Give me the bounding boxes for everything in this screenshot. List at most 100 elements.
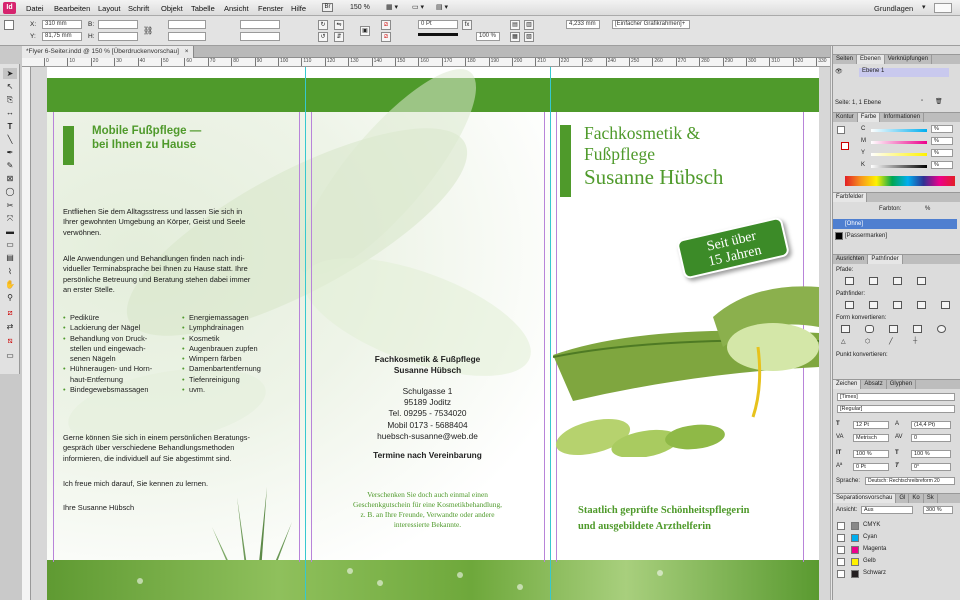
tab-pathfinder[interactable]: Pathfinder	[868, 255, 903, 264]
cyan-slider[interactable]	[871, 129, 927, 132]
inverse-rounded-icon[interactable]	[913, 325, 922, 333]
menu-ansicht[interactable]: Ansicht	[224, 4, 249, 13]
view-dropdown[interactable]: Aus	[861, 506, 913, 514]
tab-farbe[interactable]: Farbe	[857, 113, 881, 122]
cyan-field[interactable]: %	[931, 125, 953, 133]
swap-fill-stroke-icon[interactable]: ⇄	[3, 321, 17, 332]
horizontal-ruler[interactable]: 0 10 20 30 40 50 60 70 80 90 100 110 120 130 140 150 160…	[22, 58, 830, 67]
scale-x-field[interactable]	[168, 20, 206, 29]
tab-informationen[interactable]: Informationen	[880, 113, 925, 122]
fold-guide-1[interactable]	[305, 67, 306, 600]
subtract-shape-icon[interactable]	[869, 301, 878, 309]
menu-tabelle[interactable]: Tabelle	[191, 4, 215, 13]
visibility-toggle[interactable]	[837, 558, 845, 566]
pen-tool-icon[interactable]: ✒	[3, 147, 17, 158]
select-container-icon[interactable]: ▣	[360, 26, 370, 36]
yellow-slider[interactable]	[871, 153, 927, 156]
magenta-slider[interactable]	[871, 141, 927, 144]
direct-selection-tool-icon[interactable]: ↖	[3, 81, 17, 92]
tab-verknuepfungen[interactable]: Verknüpfungen	[885, 55, 933, 64]
scale-y-field[interactable]	[168, 32, 206, 41]
object-style-dropdown[interactable]: [Einfacher Grafikrahmen]+	[612, 20, 690, 29]
exclude-overlap-icon[interactable]	[917, 301, 926, 309]
rotate-cw-icon[interactable]: ↻	[318, 20, 328, 30]
swatch-registration[interactable]: [Passermarken]	[833, 231, 957, 241]
fit-content-icon[interactable]: ▧	[524, 32, 534, 42]
selection-tool-icon[interactable]: ➤	[3, 68, 17, 79]
menu-hilfe[interactable]: Hilfe	[291, 4, 306, 13]
flip-vertical-icon[interactable]: ⇵	[334, 32, 344, 42]
pencil-tool-icon[interactable]: ✎	[3, 160, 17, 171]
add-shape-icon[interactable]	[845, 301, 854, 309]
workspace-dropdown-icon[interactable]: ▾	[922, 3, 926, 11]
rectangle-shape-icon[interactable]	[841, 325, 850, 333]
flyer-spread[interactable]: Mobile Fußpflege — bei Ihnen zu Hause En…	[47, 67, 819, 600]
stroke-swatch-icon[interactable]: ⧄	[381, 32, 391, 42]
close-tab-icon[interactable]: ×	[185, 48, 189, 55]
eyedropper-tool-icon[interactable]: ⌇	[3, 266, 17, 277]
close-path-icon[interactable]	[893, 277, 902, 285]
intersect-shape-icon[interactable]	[893, 301, 902, 309]
yellow-field[interactable]: %	[931, 149, 953, 157]
ellipse-tool-icon[interactable]: ◯	[3, 186, 17, 197]
polygon-shape-icon[interactable]: ⬡	[865, 338, 870, 345]
arrange-documents-icon[interactable]: ▤ ▾	[436, 3, 448, 11]
fill-stroke-icon[interactable]: ⧄	[3, 307, 17, 318]
tab-ebenen[interactable]: Ebenen	[857, 55, 885, 64]
ellipse-shape-icon[interactable]	[937, 325, 946, 333]
align-center-icon[interactable]: ▥	[524, 20, 534, 30]
tab-sk[interactable]: Sk	[924, 494, 938, 503]
swatch-none[interactable]: [Ohne]	[833, 219, 957, 229]
view-options-icon[interactable]: ▦ ▾	[386, 3, 398, 11]
tab-kontur[interactable]: Kontur	[833, 113, 858, 122]
delete-layer-icon[interactable]: 🗑	[935, 98, 943, 105]
vertical-ruler[interactable]	[22, 67, 31, 600]
dimension-field[interactable]: 4,233 mm	[566, 20, 600, 29]
fill-swatch-icon[interactable]	[837, 126, 845, 134]
ink-row[interactable]: CMYK	[833, 520, 959, 532]
menu-bearbeiten[interactable]: Bearbeiten	[54, 4, 90, 13]
fit-frame-icon[interactable]: ▦	[510, 32, 520, 42]
fill-swatch-icon[interactable]: ⧄	[381, 20, 391, 30]
height-field[interactable]	[98, 32, 138, 41]
tab-ausrichten[interactable]: Ausrichten	[833, 255, 869, 264]
language-dropdown[interactable]: Deutsch: Rechtschreibreform 20	[865, 477, 955, 485]
hand-tool-icon[interactable]: ✋	[3, 279, 17, 290]
stroke-swatch-icon[interactable]	[841, 142, 849, 150]
font-size-field[interactable]: 12 Pt	[853, 421, 889, 429]
note-tool-icon[interactable]: ▤	[3, 252, 17, 263]
free-transform-tool-icon[interactable]: ⤧	[3, 213, 17, 224]
align-left-icon[interactable]: ▤	[510, 20, 520, 30]
stroke-weight-field[interactable]: 0 Pt	[418, 20, 458, 29]
y-position-field[interactable]: 81,75 mm	[42, 32, 82, 41]
width-field[interactable]	[98, 20, 138, 29]
orthogonal-line-icon[interactable]: ┼	[913, 338, 917, 344]
search-field[interactable]	[934, 3, 952, 13]
font-family-dropdown[interactable]: [Times]	[837, 393, 955, 401]
leading-field[interactable]: (14,4 Pt)	[911, 421, 951, 429]
rotate-ccw-icon[interactable]: ↺	[318, 32, 328, 42]
menu-objekt[interactable]: Objekt	[161, 4, 183, 13]
stroke-type-selector[interactable]	[418, 33, 458, 39]
bridge-icon[interactable]: Br	[322, 3, 333, 12]
rotation-field[interactable]	[240, 20, 280, 29]
rectangle-frame-tool-icon[interactable]: ⊠	[3, 173, 17, 184]
tab-seiten[interactable]: Seiten	[833, 55, 858, 64]
black-slider[interactable]	[871, 165, 927, 168]
triangle-shape-icon[interactable]: △	[841, 338, 846, 345]
menu-datei[interactable]: Datei	[26, 4, 44, 13]
ink-row[interactable]: Schwarz	[833, 568, 959, 580]
reverse-path-icon[interactable]	[917, 277, 926, 285]
skew-field[interactable]: 0°	[911, 463, 951, 471]
visibility-toggle[interactable]	[837, 570, 845, 578]
type-tool-icon[interactable]: T	[3, 121, 17, 132]
document-tab[interactable]: *Flyer 6-Seiter.indd @ 150 % [Überdrucke…	[22, 46, 194, 58]
opacity-icon[interactable]: fx	[462, 20, 472, 30]
flip-horizontal-icon[interactable]: ⇋	[334, 20, 344, 30]
tab-absatz[interactable]: Absatz	[861, 380, 887, 389]
ink-row[interactable]: Cyan	[833, 532, 959, 544]
menu-fenster[interactable]: Fenster	[258, 4, 283, 13]
kerning-field[interactable]: Metrisch	[853, 434, 889, 442]
tab-zeichen[interactable]: Zeichen	[833, 380, 862, 389]
fold-guide-2[interactable]	[550, 67, 551, 600]
